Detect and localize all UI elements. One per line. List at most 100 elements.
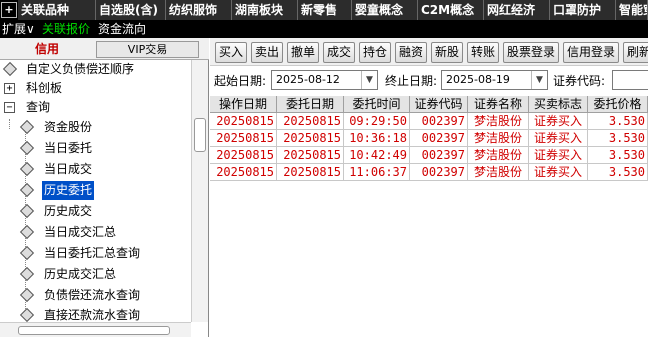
tree-node-icon: [19, 161, 35, 177]
cell-buy-sell-flag: 证券买入: [529, 130, 588, 147]
tree-item-today-trade-summary[interactable]: 当日成交汇总: [19, 223, 190, 242]
start-date-picker[interactable]: 2025-08-12 ▼: [271, 70, 378, 90]
tree-node-icon: [19, 140, 35, 156]
tab-related-stocks[interactable]: 关联品种: [18, 0, 96, 20]
menu-toggle-icon[interactable]: +: [1, 2, 17, 18]
expand-plus-icon[interactable]: +: [4, 83, 15, 94]
cell-order-price: 3.530: [588, 130, 648, 147]
buy-button[interactable]: 买入: [215, 42, 247, 63]
tree-node-icon: [19, 224, 35, 240]
cell-order-time: 10:42:49: [344, 147, 410, 164]
tab-infant-concept[interactable]: 婴童概念: [352, 0, 418, 20]
tree-item-label: 历史成交: [44, 204, 93, 218]
table-row[interactable]: 20250815 20250815 11:06:37 002397 梦洁股份 证…: [210, 164, 648, 181]
tree-vertical-scrollbar[interactable]: [191, 60, 208, 322]
tab-mask-protection[interactable]: 口罩防护: [550, 0, 616, 20]
top-tab-bar: + 关联品种 自选股(含) 纺织服饰 湖南板块 新零售 婴童概念 C2M概念 网…: [0, 0, 648, 20]
scrollbar-thumb[interactable]: [18, 326, 170, 335]
tree-item-label: 负债偿还流水查询: [44, 288, 141, 302]
tab-credit[interactable]: 信用: [0, 38, 94, 60]
tree-node-icon: [19, 287, 35, 303]
cell-order-price: 3.530: [588, 164, 648, 181]
chevron-down-icon[interactable]: ▼: [531, 71, 547, 89]
end-date-picker[interactable]: 2025-08-19 ▼: [441, 70, 548, 90]
chevron-down-icon[interactable]: ▼: [361, 71, 377, 89]
tab-influencer-economy[interactable]: 网红经济: [484, 0, 550, 20]
cell-order-date: 20250815: [277, 147, 344, 164]
tab-textile-apparel[interactable]: 纺织服饰: [166, 0, 232, 20]
security-code-input[interactable]: [612, 70, 648, 90]
cell-order-time: 10:36:18: [344, 130, 410, 147]
credit-login-button[interactable]: 信用登录: [563, 42, 619, 63]
tree-node-icon: [19, 245, 35, 261]
cell-security-code: 002397: [410, 113, 468, 130]
tab-c2m-concept[interactable]: C2M概念: [418, 0, 484, 20]
column-header-op-date[interactable]: 操作日期: [210, 96, 277, 113]
refresh-button[interactable]: 刷新: [623, 42, 648, 63]
column-header-security-name[interactable]: 证券名称: [468, 96, 529, 113]
cell-op-date: 20250815: [210, 130, 277, 147]
cell-buy-sell-flag: 证券买入: [529, 147, 588, 164]
column-header-order-time[interactable]: 委托时间: [344, 96, 410, 113]
tree-item-label: 资金股份: [44, 120, 93, 134]
start-date-label: 起始日期:: [214, 74, 267, 88]
margin-financing-button[interactable]: 融资: [395, 42, 427, 63]
positions-button[interactable]: 持仓: [359, 42, 391, 63]
table-row[interactable]: 20250815 20250815 10:36:18 002397 梦洁股份 证…: [210, 130, 648, 147]
start-date-value: 2025-08-12: [276, 73, 340, 86]
tab-hunan-sector[interactable]: 湖南板块: [232, 0, 298, 20]
expand-menu[interactable]: 扩展∨: [2, 20, 35, 38]
cell-security-code: 002397: [410, 130, 468, 147]
sell-button[interactable]: 卖出: [251, 42, 283, 63]
column-header-security-code[interactable]: 证券代码: [410, 96, 468, 113]
tree-item-today-order-summary[interactable]: 当日委托汇总查询: [19, 244, 190, 263]
cell-op-date: 20250815: [210, 113, 277, 130]
scrollbar-thumb[interactable]: [194, 118, 206, 152]
tree-item-label: 当日成交: [44, 162, 93, 176]
ipo-button[interactable]: 新股: [431, 42, 463, 63]
tree-item-history-orders[interactable]: 历史委托: [19, 181, 190, 200]
capital-flow-tab[interactable]: 资金流向: [98, 20, 146, 38]
tree-item-label: 自定义负债偿还顺序: [26, 62, 135, 76]
tab-vip-trade[interactable]: VIP交易: [96, 41, 199, 58]
cell-security-code: 002397: [410, 164, 468, 181]
date-filter-bar: 起始日期: 2025-08-12 ▼ 终止日期: 2025-08-19 ▼ 证券…: [210, 67, 648, 93]
tree-connector: [9, 119, 10, 129]
tab-watchlist[interactable]: 自选股(含): [96, 0, 166, 20]
cell-order-date: 20250815: [277, 130, 344, 147]
tree-item-today-orders[interactable]: 当日委托: [19, 139, 190, 158]
tree-node-icon: [19, 266, 35, 282]
query-panel: 买入 卖出 撤单 成交 持仓 融资 新股 转账 股票登录 信用登录 刷新 起始日…: [210, 38, 648, 337]
cancel-order-button[interactable]: 撤单: [287, 42, 319, 63]
column-header-order-price[interactable]: 委托价格: [588, 96, 648, 113]
trade-toolbar: 买入 卖出 撤单 成交 持仓 融资 新股 转账 股票登录 信用登录 刷新: [210, 38, 648, 66]
tree-item-today-trades[interactable]: 当日成交: [19, 160, 190, 179]
column-header-order-date[interactable]: 委托日期: [277, 96, 344, 113]
tree-node-icon: [2, 61, 18, 77]
tree-item-label: 当日委托汇总查询: [44, 246, 141, 260]
tree-item-funds-shares[interactable]: 资金股份: [19, 118, 190, 137]
tab-new-retail[interactable]: 新零售: [298, 0, 352, 20]
cell-order-date: 20250815: [277, 113, 344, 130]
tree-item-history-trades[interactable]: 历史成交: [19, 202, 190, 221]
cell-buy-sell-flag: 证券买入: [529, 164, 588, 181]
cell-order-time: 09:29:50: [344, 113, 410, 130]
tree-item-debt-repay-flow[interactable]: 负债偿还流水查询: [19, 286, 190, 305]
table-row[interactable]: 20250815 20250815 09:29:50 002397 梦洁股份 证…: [210, 113, 648, 130]
tree-item-history-trade-summary[interactable]: 历史成交汇总: [19, 265, 190, 284]
tree-item-label: 直接还款流水查询: [44, 308, 141, 322]
table-row[interactable]: 20250815 20250815 10:42:49 002397 梦洁股份 证…: [210, 147, 648, 164]
tree-item-label: 历史成交汇总: [44, 267, 117, 281]
column-header-buy-sell-flag[interactable]: 买卖标志: [529, 96, 588, 113]
stock-login-button[interactable]: 股票登录: [503, 42, 559, 63]
tree-item-label: 科创板: [26, 81, 63, 95]
tab-smart-wear[interactable]: 智能穿: [616, 0, 648, 20]
related-quotes-tab[interactable]: 关联报价: [42, 20, 90, 38]
tree-item-direct-repay-flow[interactable]: 直接还款流水查询: [19, 306, 190, 322]
collapse-minus-icon[interactable]: −: [4, 102, 15, 113]
transfer-button[interactable]: 转账: [467, 42, 499, 63]
tree-horizontal-scrollbar[interactable]: [0, 322, 191, 337]
trades-button[interactable]: 成交: [323, 42, 355, 63]
cell-op-date: 20250815: [210, 164, 277, 181]
security-code-label: 证券代码:: [553, 74, 606, 88]
